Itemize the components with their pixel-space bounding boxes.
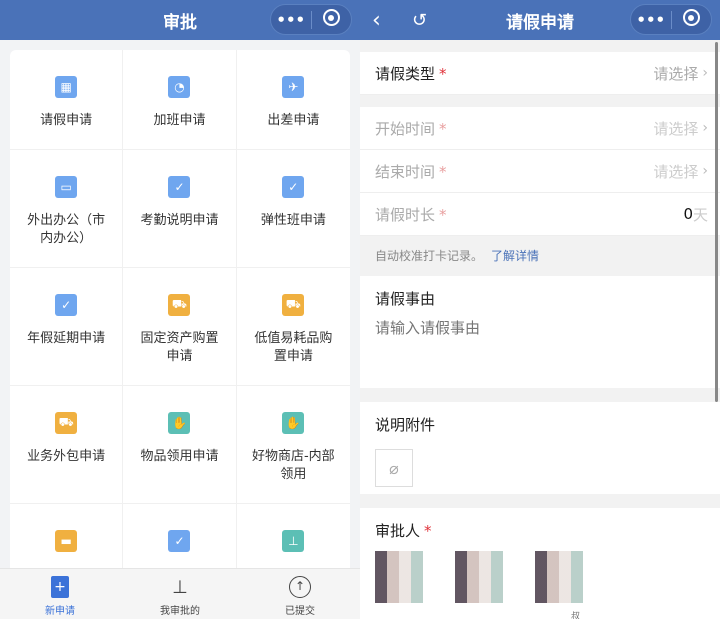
approver-avatar[interactable] bbox=[375, 551, 435, 603]
cart-icon: ⛟ bbox=[55, 412, 78, 434]
tab-label: 我审批的 bbox=[160, 606, 200, 617]
leave-application: ‹ ↺ 请假申请 ••• 请假类型 * 请选择 › 开始时间 * 请选择 › 结束时间 * 请选… bbox=[360, 0, 720, 619]
field-value: 请选择 bbox=[653, 119, 699, 138]
grid-item-label: 固定资产购置申请 bbox=[140, 331, 219, 364]
tab-label: 已提交 bbox=[285, 606, 315, 617]
chevron-right-icon: › bbox=[702, 163, 708, 179]
plane-icon: ✈ bbox=[282, 76, 305, 98]
grid-item-label: 业务外包申请 bbox=[27, 449, 106, 464]
chevron-right-icon: › bbox=[702, 65, 708, 81]
grid-item[interactable]: ✋ 好物商店-内部领用 bbox=[236, 386, 350, 504]
grid-item-label: 出差申请 bbox=[267, 113, 320, 128]
grid-item[interactable]: ✈ 出差申请 bbox=[236, 50, 350, 150]
more-icon[interactable]: ••• bbox=[631, 11, 671, 29]
back-icon[interactable]: ‹ bbox=[372, 8, 381, 33]
tab-new-application[interactable]: + 新申请 bbox=[0, 569, 120, 619]
more-icon[interactable]: ••• bbox=[271, 11, 311, 29]
grid-item-label: 弹性班申请 bbox=[260, 213, 326, 228]
approval-home: 审批 ••• ▦ 请假申请 ◔ 加班申请 ✈ 出差申请 ▭ 外出办公（市内办公） ✓ 考勤说明申请… bbox=[0, 0, 360, 619]
header: 审批 ••• bbox=[0, 0, 360, 40]
grid-item[interactable]: ✋ 物品领用申请 bbox=[123, 386, 237, 504]
clipboard-check-icon: ✓ bbox=[55, 294, 78, 316]
briefcase-icon: ▭ bbox=[55, 176, 78, 198]
approver-avatar[interactable] bbox=[455, 551, 515, 603]
cart-icon: ⛟ bbox=[168, 294, 191, 316]
approver-avatar[interactable] bbox=[535, 551, 595, 603]
grid-item-label: 好物商店-内部领用 bbox=[251, 449, 335, 482]
field-value: 请选择 bbox=[653, 64, 699, 83]
clipboard-check-icon: ✓ bbox=[282, 176, 305, 198]
stamp-icon: ⊥ bbox=[172, 576, 188, 598]
upload-circle-icon: ↑ bbox=[288, 575, 312, 599]
section-title: 请假事由 bbox=[375, 290, 436, 308]
approver-name: 叔 bbox=[571, 612, 581, 619]
reason-section: 请假事由 bbox=[360, 276, 720, 388]
section-title: 说明附件 bbox=[375, 416, 436, 434]
start-time-select[interactable]: 开始时间 * 请选择 › bbox=[360, 107, 720, 150]
field-label: 请假时长 bbox=[375, 205, 436, 224]
tab-submitted[interactable]: ↑ 已提交 bbox=[240, 569, 360, 619]
end-time-select[interactable]: 结束时间 * 请选择 › bbox=[360, 150, 720, 193]
stamp-icon: ⊥ bbox=[282, 530, 305, 552]
new-doc-icon: + bbox=[48, 575, 72, 599]
grid-item-label: 考勤说明申请 bbox=[140, 213, 219, 228]
tab-bar: + 新申请 ⊥ 我审批的 ↑ 已提交 bbox=[0, 568, 360, 619]
grid-item-label: 加班申请 bbox=[153, 113, 206, 128]
duration-value: 0 bbox=[683, 205, 693, 223]
field-label: 请假类型 bbox=[375, 64, 436, 83]
grid-item[interactable]: ✓ 年假延期申请 bbox=[10, 268, 124, 386]
close-target-icon[interactable] bbox=[672, 9, 712, 30]
grid-item[interactable]: ⛟ 低值易耗品购置申请 bbox=[236, 268, 350, 386]
attachment-section: 说明附件 ⌀ bbox=[360, 402, 720, 494]
tab-my-approvals[interactable]: ⊥ 我审批的 bbox=[120, 569, 240, 619]
tab-label: 新申请 bbox=[45, 606, 75, 617]
grid-item-label: 外出办公（市内办公） bbox=[27, 213, 106, 246]
chevron-right-icon: › bbox=[702, 120, 708, 136]
grid-item[interactable]: ⛟ 固定资产购置申请 bbox=[123, 268, 237, 386]
hand-icon: ✋ bbox=[282, 412, 305, 434]
grid-item[interactable]: ◔ 加班申请 bbox=[123, 50, 237, 150]
close-target-icon[interactable] bbox=[312, 9, 352, 30]
approver-section: 审批人 * 叔 bbox=[360, 508, 720, 619]
page-title: 请假申请 bbox=[506, 12, 574, 33]
mini-program-capsule: ••• bbox=[630, 4, 712, 35]
attach-button[interactable]: ⌀ bbox=[375, 449, 413, 487]
reason-input[interactable] bbox=[375, 317, 705, 377]
grid-item[interactable]: ⛟ 业务外包申请 bbox=[10, 386, 124, 504]
clipboard-check-icon: ✓ bbox=[168, 530, 191, 552]
duration-field: 请假时长 * 0 天 bbox=[360, 193, 720, 236]
history-icon[interactable]: ↺ bbox=[412, 10, 427, 31]
page-title: 审批 bbox=[163, 12, 197, 33]
wallet-icon: ▬ bbox=[55, 530, 78, 552]
scrollbar[interactable] bbox=[715, 42, 718, 402]
section-title: 审批人 bbox=[375, 522, 421, 540]
grid-item-label: 请假申请 bbox=[40, 113, 93, 128]
hand-icon: ✋ bbox=[168, 412, 191, 434]
learn-more-link[interactable]: 了解详情 bbox=[491, 247, 539, 264]
mini-program-capsule: ••• bbox=[270, 4, 352, 35]
leave-type-select[interactable]: 请假类型 * 请选择 › bbox=[360, 52, 720, 95]
field-label: 开始时间 bbox=[375, 119, 436, 138]
grid-item[interactable]: ✓ 考勤说明申请 bbox=[123, 150, 237, 268]
header: ‹ ↺ 请假申请 ••• bbox=[360, 0, 720, 40]
clipboard-check-icon: ✓ bbox=[168, 176, 191, 198]
note-text: 自动校准打卡记录。 bbox=[375, 248, 484, 263]
duration-unit: 天 bbox=[692, 205, 708, 224]
grid-item-label: 年假延期申请 bbox=[27, 331, 106, 346]
field-label: 结束时间 bbox=[375, 162, 436, 181]
grid-item[interactable]: ▭ 外出办公（市内办公） bbox=[10, 150, 124, 268]
calendar-icon: ▦ bbox=[55, 76, 78, 98]
application-grid: ▦ 请假申请 ◔ 加班申请 ✈ 出差申请 ▭ 外出办公（市内办公） ✓ 考勤说明申请 ✓ 弹性班申请 ✓… bbox=[10, 50, 350, 619]
grid-item-label: 低值易耗品购置申请 bbox=[254, 331, 333, 364]
user-clock-icon: ◔ bbox=[168, 76, 191, 98]
grid-item[interactable]: ▦ 请假申请 bbox=[10, 50, 124, 150]
cart-icon: ⛟ bbox=[282, 294, 305, 316]
grid-item[interactable]: ✓ 弹性班申请 bbox=[236, 150, 350, 268]
grid-item-label: 物品领用申请 bbox=[140, 449, 219, 464]
paperclip-icon: ⌀ bbox=[389, 458, 399, 478]
field-value: 请选择 bbox=[653, 162, 699, 181]
clock-note: 自动校准打卡记录。 了解详情 bbox=[360, 236, 720, 274]
